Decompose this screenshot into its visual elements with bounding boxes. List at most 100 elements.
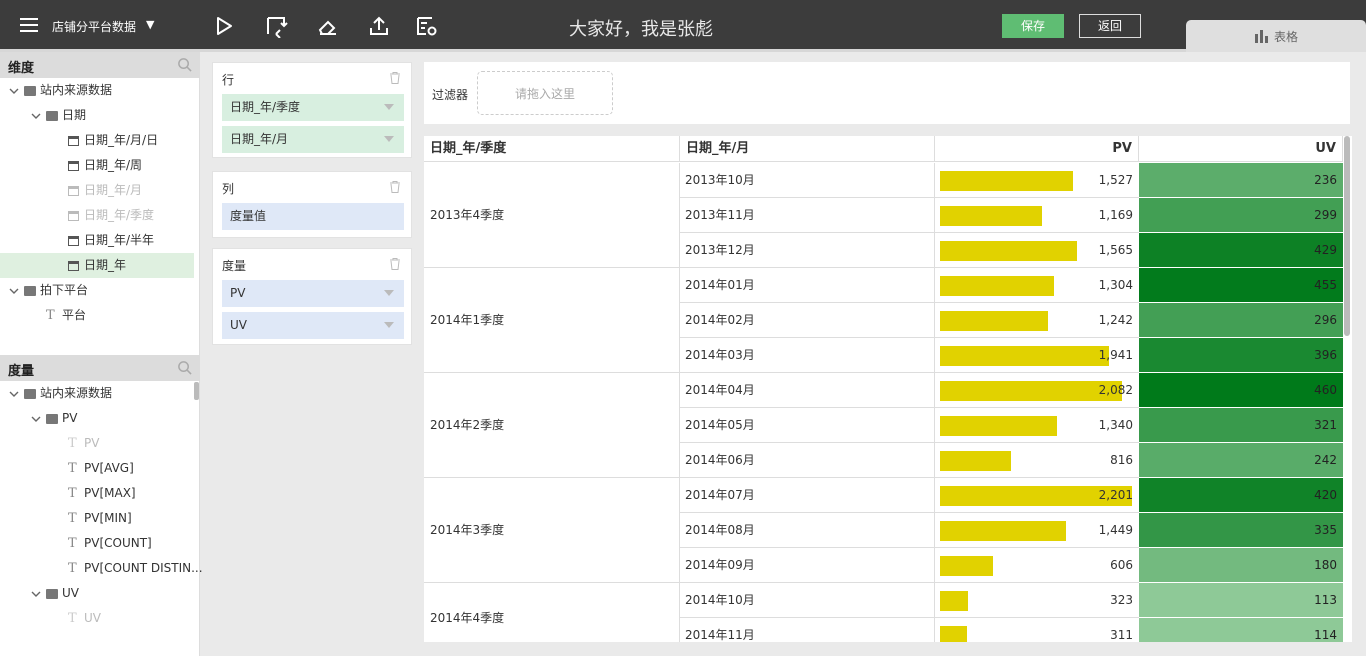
uv-cell[interactable]: 455 [1139, 268, 1343, 303]
quarter-cell[interactable]: 2014年1季度 [424, 268, 680, 373]
tree-item[interactable]: 日期 [0, 103, 194, 128]
uv-cell[interactable]: 429 [1139, 233, 1343, 268]
measure-field-pill[interactable]: PV [222, 280, 404, 307]
tree-item[interactable]: 日期_年/半年 [0, 228, 194, 253]
pv-cell[interactable]: 1,169 [935, 198, 1139, 233]
tree-item[interactable]: 站内来源数据 [0, 381, 194, 406]
tree-item[interactable]: T PV[MAX] [0, 481, 194, 506]
uv-cell[interactable]: 114 [1139, 618, 1343, 642]
text-field-icon: T [46, 308, 55, 323]
tree-item[interactable]: PV [0, 406, 194, 431]
month-cell[interactable]: 2014年01月 [680, 268, 935, 303]
quarter-cell[interactable]: 2014年3季度 [424, 478, 680, 583]
chevron-down-icon[interactable] [30, 110, 42, 122]
tree-item[interactable]: 日期_年/季度 [0, 203, 194, 228]
tree-item[interactable]: 站内来源数据 [0, 78, 194, 103]
chevron-down-icon[interactable] [384, 290, 394, 296]
trash-icon[interactable] [389, 72, 401, 84]
trash-icon[interactable] [389, 181, 401, 193]
month-cell[interactable]: 2014年06月 [680, 443, 935, 478]
tree-item[interactable]: 拍下平台 [0, 278, 194, 303]
month-cell[interactable]: 2014年04月 [680, 373, 935, 408]
tree-item[interactable]: T PV[AVG] [0, 456, 194, 481]
chart-type-tab-table[interactable]: 表格 [1186, 20, 1366, 52]
month-cell[interactable]: 2014年02月 [680, 303, 935, 338]
uv-cell[interactable]: 236 [1139, 163, 1343, 198]
month-cell[interactable]: 2014年07月 [680, 478, 935, 513]
pv-cell[interactable]: 1,565 [935, 233, 1139, 268]
uv-cell[interactable]: 321 [1139, 408, 1343, 443]
chevron-down-icon[interactable] [30, 413, 42, 425]
month-cell[interactable]: 2013年12月 [680, 233, 935, 268]
measure-field-pill[interactable]: UV [222, 312, 404, 339]
measure-scrollbar[interactable] [194, 382, 199, 400]
quarter-cell[interactable]: 2014年2季度 [424, 373, 680, 478]
pv-cell[interactable]: 1,527 [935, 163, 1139, 198]
uv-cell[interactable]: 296 [1139, 303, 1343, 338]
chevron-down-icon[interactable] [8, 388, 20, 400]
tree-item[interactable]: 日期_年/周 [0, 153, 194, 178]
pv-cell[interactable]: 1,941 [935, 338, 1139, 373]
month-cell[interactable]: 2013年10月 [680, 163, 935, 198]
pv-cell[interactable]: 323 [935, 583, 1139, 618]
pv-cell[interactable]: 606 [935, 548, 1139, 583]
uv-cell[interactable]: 460 [1139, 373, 1343, 408]
tree-item[interactable]: 日期_年 [0, 253, 194, 278]
month-cell[interactable]: 2014年05月 [680, 408, 935, 443]
tree-item[interactable]: T PV[MIN] [0, 506, 194, 531]
uv-cell[interactable]: 299 [1139, 198, 1343, 233]
tree-item[interactable]: T 平台 [0, 303, 194, 328]
pv-cell[interactable]: 311 [935, 618, 1139, 642]
header-uv[interactable]: UV [1139, 136, 1343, 162]
pv-cell[interactable]: 2,082 [935, 373, 1139, 408]
month-cell[interactable]: 2014年03月 [680, 338, 935, 373]
uv-cell[interactable]: 420 [1139, 478, 1343, 513]
uv-cell[interactable]: 242 [1139, 443, 1343, 478]
back-button[interactable]: 返回 [1079, 14, 1141, 38]
search-icon[interactable] [177, 360, 192, 375]
trash-icon[interactable] [389, 258, 401, 270]
pv-cell[interactable]: 2,201 [935, 478, 1139, 513]
header-month[interactable]: 日期_年/月 [680, 136, 935, 162]
search-icon[interactable] [177, 57, 192, 72]
month-cell[interactable]: 2014年11月 [680, 618, 935, 642]
pv-cell[interactable]: 1,449 [935, 513, 1139, 548]
month-cell[interactable]: 2014年10月 [680, 583, 935, 618]
tree-item[interactable]: T PV[COUNT] [0, 531, 194, 556]
tree-item[interactable]: 日期_年/月/日 [0, 128, 194, 153]
tree-item[interactable]: 日期_年/月 [0, 178, 194, 203]
save-button[interactable]: 保存 [1002, 14, 1064, 38]
tree-item[interactable]: T PV [0, 431, 194, 456]
tree-item[interactable]: UV [0, 581, 194, 606]
header-pv[interactable]: PV [935, 136, 1139, 162]
chevron-down-icon[interactable] [8, 285, 20, 297]
chevron-down-icon[interactable] [384, 136, 394, 142]
chevron-down-icon[interactable] [384, 104, 394, 110]
quarter-cell[interactable]: 2014年4季度 [424, 583, 680, 642]
folder-icon [46, 110, 58, 121]
month-cell[interactable]: 2014年08月 [680, 513, 935, 548]
tree-item[interactable]: T PV[COUNT DISTIN... [0, 556, 203, 581]
uv-cell[interactable]: 335 [1139, 513, 1343, 548]
row-field-pill[interactable]: 日期_年/季度 [222, 94, 404, 121]
tree-item-label: 日期_年/月/日 [84, 133, 159, 147]
column-field-pill[interactable]: 度量值 [222, 203, 404, 230]
month-cell[interactable]: 2014年09月 [680, 548, 935, 583]
table-scrollbar[interactable] [1344, 136, 1350, 336]
uv-cell[interactable]: 113 [1139, 583, 1343, 618]
header-quarter[interactable]: 日期_年/季度 [424, 136, 680, 162]
pv-cell[interactable]: 1,304 [935, 268, 1139, 303]
uv-cell[interactable]: 396 [1139, 338, 1343, 373]
month-cell[interactable]: 2013年11月 [680, 198, 935, 233]
chevron-down-icon[interactable] [8, 85, 20, 97]
chevron-down-icon[interactable] [30, 588, 42, 600]
quarter-cell[interactable]: 2013年4季度 [424, 163, 680, 268]
pv-cell[interactable]: 1,242 [935, 303, 1139, 338]
pv-cell[interactable]: 816 [935, 443, 1139, 478]
pv-cell[interactable]: 1,340 [935, 408, 1139, 443]
chevron-down-icon[interactable] [384, 322, 394, 328]
uv-cell[interactable]: 180 [1139, 548, 1343, 583]
tree-item[interactable]: T UV [0, 606, 194, 631]
row-field-pill[interactable]: 日期_年/月 [222, 126, 404, 153]
filter-drop-zone[interactable]: 请拖入这里 [477, 71, 613, 115]
